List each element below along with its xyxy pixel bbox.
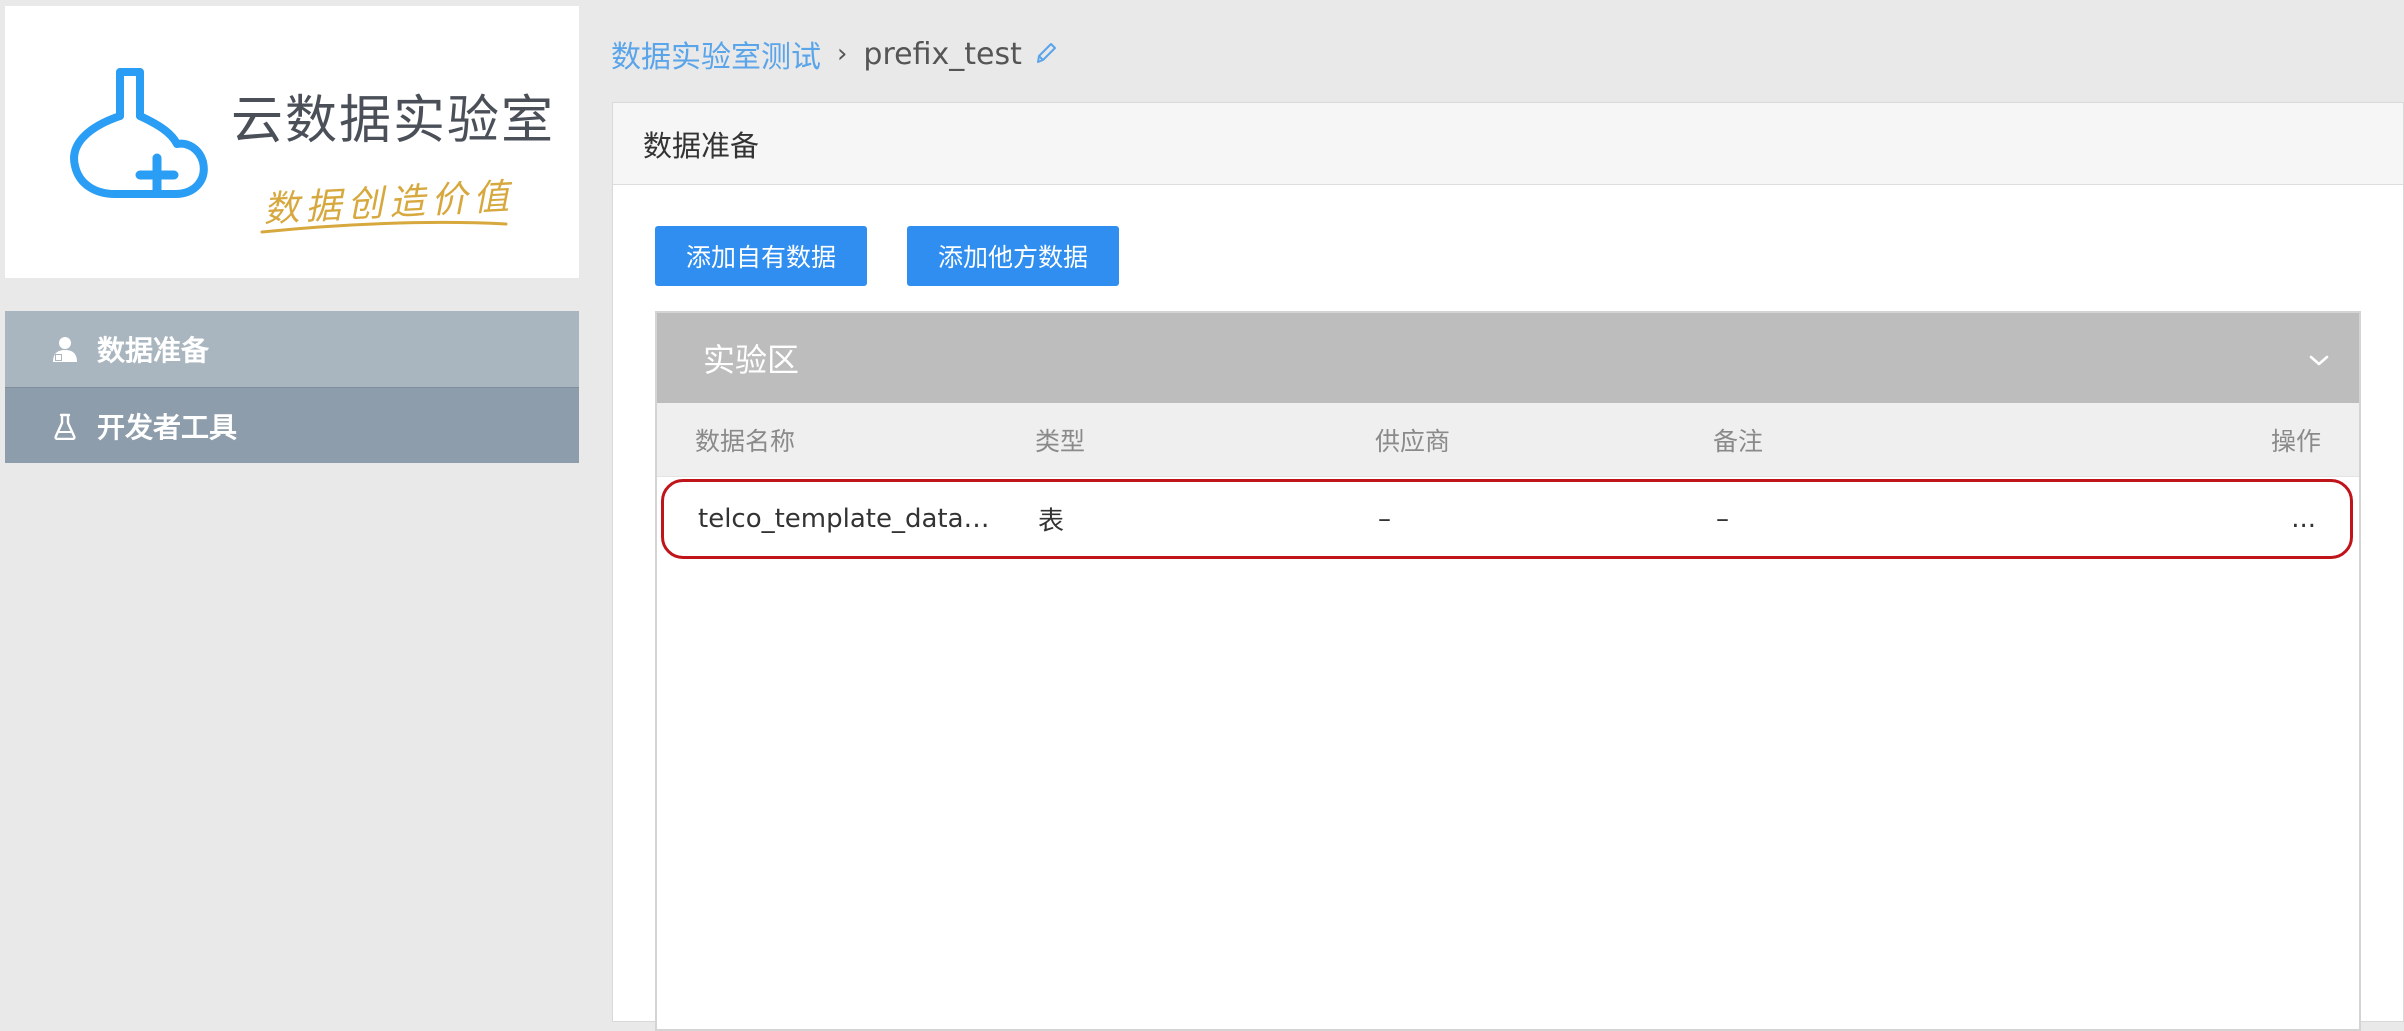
add-other-data-button[interactable]: 添加他方数据	[907, 226, 1119, 286]
breadcrumb-separator: ›	[837, 39, 848, 69]
breadcrumb: 数据实验室测试 › prefix_test	[611, 32, 1058, 76]
sidebar-item-label: 数据准备	[97, 334, 210, 367]
column-header-note: 备注	[1713, 426, 1764, 456]
data-prep-panel: 数据准备 添加自有数据 添加他方数据 实验区 数据名称 类型 供应商 备注 操作…	[612, 102, 2404, 1031]
column-header-name: 数据名称	[695, 426, 796, 456]
cell-note: –	[1716, 504, 1729, 534]
chevron-down-icon[interactable]	[2307, 339, 2331, 377]
cell-name: telco_template_data…	[698, 504, 990, 534]
panel-title: 数据准备	[613, 103, 2403, 185]
app-title: 云数据实验室	[231, 91, 556, 151]
sidebar-item-dev-tools[interactable]: 开发者工具	[5, 387, 579, 463]
pencil-icon[interactable]	[1034, 41, 1058, 67]
lab-section: 实验区 数据名称 类型 供应商 备注 操作 telco_template_dat…	[655, 311, 2361, 1031]
table-row[interactable]: telco_template_data… 表 – – ...	[661, 479, 2353, 559]
slogan-underline	[260, 220, 508, 234]
cell-type: 表	[1038, 506, 1065, 537]
lab-section-header[interactable]: 实验区	[657, 313, 2359, 403]
section-title: 实验区	[703, 341, 800, 379]
table-header: 数据名称 类型 供应商 备注 操作	[657, 403, 2359, 477]
cell-vendor: –	[1378, 504, 1391, 534]
breadcrumb-current: prefix_test	[863, 36, 1022, 72]
cloud-lab-logo-icon	[70, 68, 208, 198]
table-row-wrapper: telco_template_data… 表 – – ...	[657, 477, 2359, 561]
flask-icon	[51, 411, 81, 441]
sidebar-item-data-prep[interactable]: 数据准备	[5, 311, 579, 387]
user-icon	[51, 334, 81, 364]
sidebar-item-label: 开发者工具	[97, 410, 238, 444]
sidebar-nav: 数据准备 开发者工具	[5, 311, 579, 463]
column-header-type: 类型	[1035, 426, 1086, 456]
row-action-menu[interactable]: ...	[2291, 504, 2316, 534]
column-header-vendor: 供应商	[1375, 426, 1451, 456]
column-header-action: 操作	[2270, 426, 2321, 456]
logo-card: 云数据实验室 数据创造价值	[5, 6, 579, 278]
add-own-data-button[interactable]: 添加自有数据	[655, 226, 867, 286]
breadcrumb-parent-link[interactable]: 数据实验室测试	[611, 32, 821, 76]
